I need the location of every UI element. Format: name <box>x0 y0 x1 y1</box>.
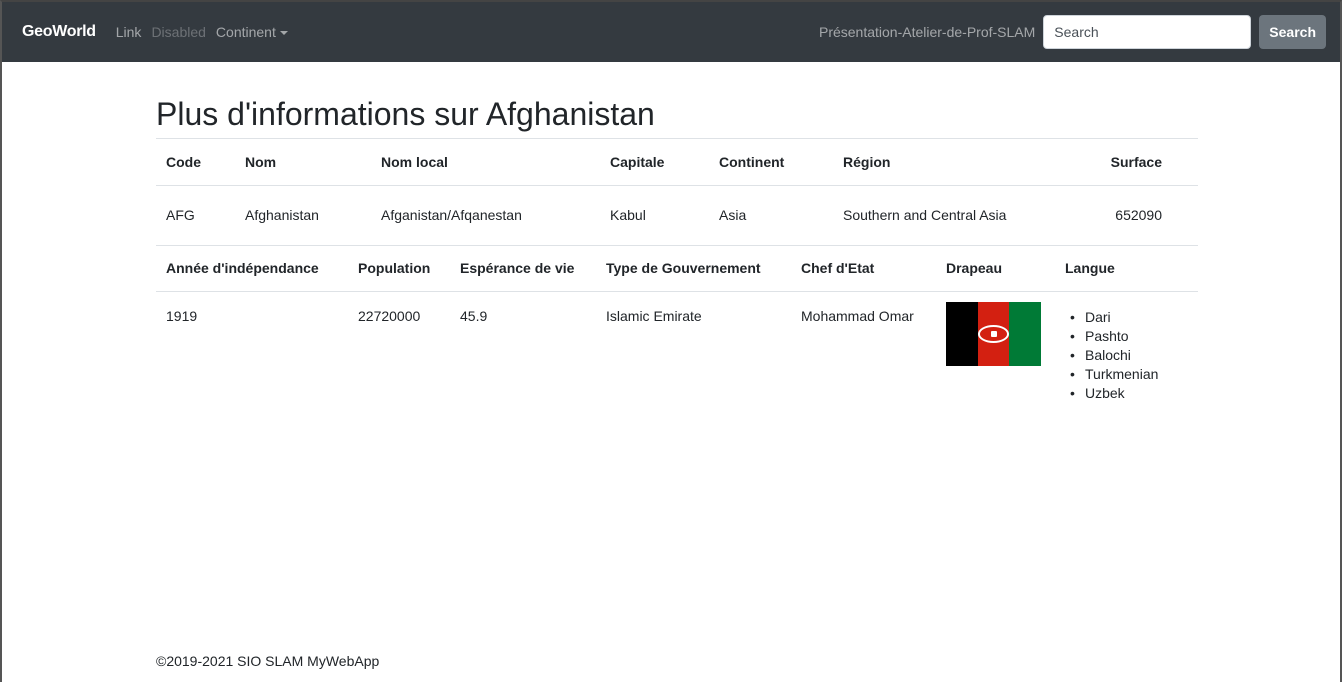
list-item: Turkmenian <box>1065 365 1188 384</box>
header-nom: Nom <box>235 139 371 186</box>
flag-emblem-icon <box>977 325 1010 343</box>
navbar: GeoWorld Link Disabled Continent Présent… <box>2 2 1340 62</box>
header-region: Région <box>833 139 1057 186</box>
header-drapeau: Drapeau <box>936 245 1055 292</box>
nav-link-disabled: Disabled <box>151 24 206 40</box>
header-code: Code <box>156 139 235 186</box>
nav-link[interactable]: Link <box>116 24 142 40</box>
cell-annee-independance: 1919 <box>166 308 198 324</box>
cell-nom-local: Afganistan/Afqanestan <box>371 185 600 246</box>
flag-stripe-green <box>1009 302 1042 366</box>
afghanistan-flag-icon <box>946 302 1042 366</box>
presentation-link[interactable]: Présentation-Atelier-de-Prof-SLAM <box>819 24 1035 40</box>
header-type-gouvernement: Type de Gouvernement <box>596 245 791 292</box>
header-esperance-vie: Espérance de vie <box>450 245 596 292</box>
table-header-row: Code Nom Nom local Capitale Continent Ré… <box>156 139 1198 186</box>
cell-surface: 652090 <box>1057 185 1198 246</box>
header-nom-local: Nom local <box>371 139 600 186</box>
cell-region: Southern and Central Asia <box>833 185 1057 246</box>
header-chef-etat: Chef d'Etat <box>791 245 936 292</box>
cell-code: AFG <box>156 185 235 246</box>
header-surface: Surface <box>1057 139 1198 186</box>
continent-dropdown[interactable]: Continent <box>216 24 288 40</box>
cell-continent: Asia <box>709 185 833 246</box>
header-population: Population <box>348 245 450 292</box>
brand-link[interactable]: GeoWorld <box>22 23 96 41</box>
cell-esperance-vie: 45.9 <box>460 308 488 324</box>
cell-type-gouvernement: Islamic Emirate <box>606 308 702 324</box>
continent-dropdown-label: Continent <box>215 24 276 40</box>
header-annee-independance: Année d'indépendance <box>156 245 348 292</box>
search-input[interactable] <box>1043 15 1252 49</box>
table-row: 1919 22720000 45.9 Islamic Emirate Moham… <box>156 292 1198 422</box>
header-capitale: Capitale <box>600 139 709 186</box>
caret-down-icon <box>279 31 288 36</box>
language-list: Dari Pashto Balochi Turkmenian Uzbek <box>1065 308 1188 403</box>
list-item: Balochi <box>1065 346 1188 365</box>
list-item: Uzbek <box>1065 384 1188 403</box>
header-continent: Continent <box>709 139 833 186</box>
cell-chef-etat: Mohammad Omar <box>801 308 914 324</box>
page-title: Plus d'informations sur Afghanistan <box>156 96 655 132</box>
flag-stripe-red <box>977 302 1010 366</box>
browser-frame: GeoWorld Link Disabled Continent Présent… <box>0 0 1342 682</box>
cell-population: 22720000 <box>358 308 421 324</box>
footer-copyright: ©2019-2021 SIO SLAM MyWebApp <box>156 653 380 669</box>
table-header-row: Année d'indépendance Population Espéranc… <box>156 245 1198 292</box>
main-content: Plus d'informations sur Afghanistan Code… <box>156 62 1198 422</box>
country-info-table: Code Nom Nom local Capitale Continent Ré… <box>156 139 1198 246</box>
search-button[interactable]: Search <box>1259 15 1326 49</box>
cell-langue: Dari Pashto Balochi Turkmenian Uzbek <box>1055 292 1198 422</box>
list-item: Pashto <box>1065 327 1188 346</box>
cell-drapeau <box>936 292 1055 422</box>
country-details-table: Année d'indépendance Population Espéranc… <box>156 245 1198 422</box>
header-langue: Langue <box>1055 245 1198 292</box>
list-item: Dari <box>1065 308 1188 327</box>
table-row: AFG Afghanistan Afganistan/Afqanestan Ka… <box>156 185 1198 246</box>
cell-nom: Afghanistan <box>235 185 371 246</box>
flag-stripe-black <box>946 302 978 366</box>
cell-capitale: Kabul <box>600 185 709 246</box>
